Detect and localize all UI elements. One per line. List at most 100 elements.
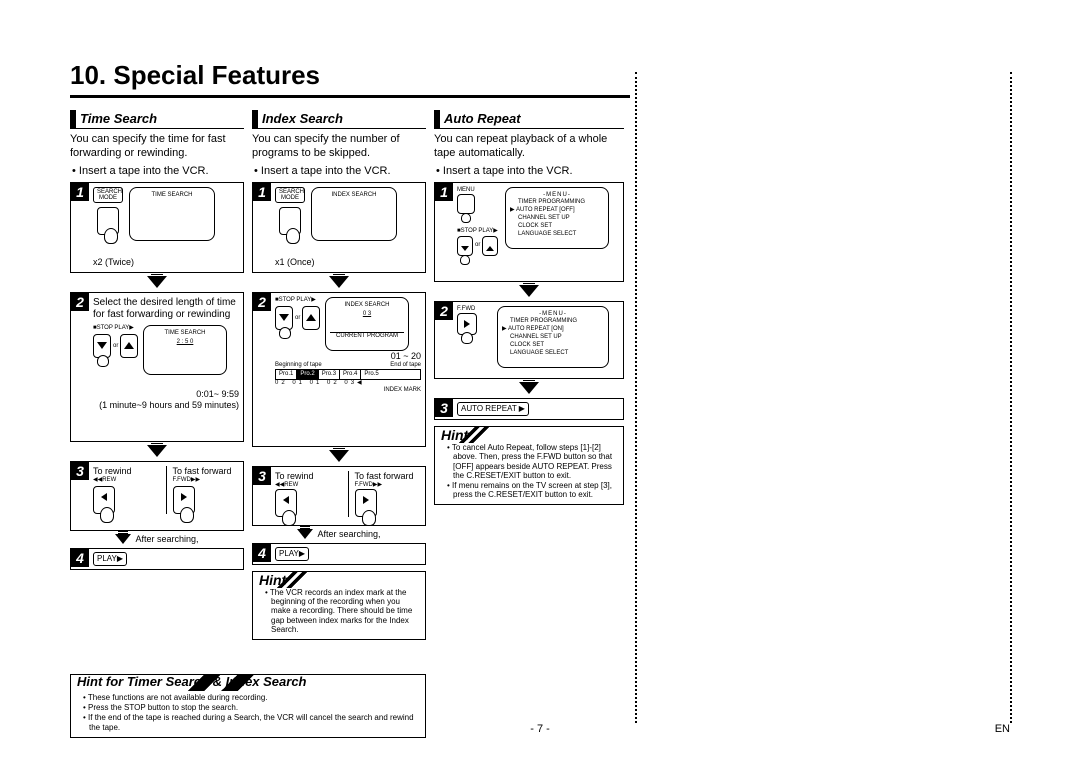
tv-screen: TIME SEARCH xyxy=(129,187,215,241)
tv-screen: INDEX SEARCH 0 3 CURRENT PROGRAM xyxy=(325,297,409,351)
ffwd-button-label: F.FWD xyxy=(457,306,493,313)
heading-time-search: Time Search xyxy=(70,110,244,129)
arrow-down-icon xyxy=(329,450,349,462)
step-1: 1 MENU ■STOP PLAY▶ or -MENU- xyxy=(434,182,624,282)
prog: Pro.4 xyxy=(340,370,361,379)
hint-item: These functions are not available during… xyxy=(83,693,419,702)
down-button xyxy=(93,334,111,358)
hint-box: Hint The VCR records an index mark at th… xyxy=(252,571,426,640)
step-1: 1 SEARCH MODE TIME SEARCH x2 (Twice) xyxy=(70,182,244,273)
menu-list: TIMER PROGRAMMING AUTO REPEAT [OFF] CHAN… xyxy=(510,199,604,238)
play-button: PLAY▶ xyxy=(93,552,127,566)
bullet: Insert a tape into the VCR. xyxy=(434,165,624,179)
step-number: 1 xyxy=(71,183,89,201)
step-2: 2 ■STOP PLAY▶ or INDEX SEARCH 0 3 xyxy=(252,292,426,447)
screen-label: INDEX SEARCH xyxy=(330,302,404,309)
menu-item-selected: AUTO REPEAT [ON] xyxy=(510,326,604,334)
prog: Pro.3 xyxy=(319,370,340,379)
step-3: 3 To rewind ◀◀REW To fast forward F.FWD▶… xyxy=(70,461,244,531)
ffwd-button-label: F.FWD▶▶ xyxy=(173,477,240,484)
menu-item: CLOCK SET xyxy=(510,342,604,350)
section-title: 10. Special Features xyxy=(70,60,630,98)
step-number: 1 xyxy=(253,183,271,201)
step-1: 1 SEARCH MODE INDEX SEARCH x1 (Once) xyxy=(252,182,426,273)
tv-screen: INDEX SEARCH xyxy=(311,187,397,241)
range: 01 ~ 20 xyxy=(275,351,421,362)
range-note: (1 minute~9 hours and 59 minutes) xyxy=(93,400,239,411)
step-number: 2 xyxy=(435,302,453,320)
step-2: 2 F.FWD -MENU- TIMER PROGRAMMING AUTO RE… xyxy=(434,301,624,379)
rew-button xyxy=(275,489,297,517)
tv-screen: TIME SEARCH 2 : 5 0 xyxy=(143,325,227,375)
col-auto-repeat: Auto Repeat You can repeat playback of a… xyxy=(434,106,624,640)
menu-title: -MENU- xyxy=(502,311,604,318)
arrow-down-icon xyxy=(519,382,539,394)
bullet: Insert a tape into the VCR. xyxy=(252,165,426,179)
btn-row: ■STOP PLAY▶ xyxy=(457,228,501,235)
index-mark-label: INDEX MARK xyxy=(275,387,421,394)
auto-repeat-button: AUTO REPEAT ▶ xyxy=(457,402,529,416)
hint-heading: Hint xyxy=(253,572,336,588)
end-label: End of tape xyxy=(390,362,421,369)
hint-item: Press the STOP button to stop the search… xyxy=(83,703,419,712)
step-number: 4 xyxy=(71,549,89,567)
intro: You can specify the number of programs t… xyxy=(252,133,426,161)
begin-label: Beginning of tape xyxy=(275,362,322,369)
step-4: 4 PLAY▶ xyxy=(70,548,244,570)
rew-button-label: ◀◀REW xyxy=(275,482,342,489)
menu-item: CLOCK SET xyxy=(518,223,604,231)
bullet: Insert a tape into the VCR. xyxy=(70,165,244,179)
step-number: 4 xyxy=(253,544,271,562)
btn-row: ■STOP PLAY▶ xyxy=(93,325,139,332)
prog: Pro.1 xyxy=(276,370,297,379)
program-bar: Pro.1 Pro.2 Pro.3 Pro.4 Pro.5 xyxy=(275,369,421,380)
arrow-down-icon xyxy=(519,285,539,297)
tv-screen-menu: -MENU- TIMER PROGRAMMING AUTO REPEAT [ON… xyxy=(497,306,609,368)
hint-item: If menu remains on the TV screen at step… xyxy=(447,481,617,499)
screen-label: TIME SEARCH xyxy=(148,330,222,337)
column-divider xyxy=(635,72,637,723)
hint-item: To cancel Auto Repeat, follow steps [1]-… xyxy=(447,443,617,480)
ffwd-button xyxy=(457,313,477,335)
search-mode-button: SEARCH MODE xyxy=(275,187,305,203)
ffwd-label: To fast forward xyxy=(173,466,240,477)
menu-item: TIMER PROGRAMMING xyxy=(510,318,604,326)
manual-page: 10. Special Features Time Search You can… xyxy=(0,0,1080,763)
menu-button xyxy=(457,194,475,214)
screen-value: 2 : 5 0 xyxy=(148,339,222,346)
step-number: 3 xyxy=(253,467,271,485)
intro: You can repeat playback of a whole tape … xyxy=(434,133,624,161)
step-3: 3 To rewind ◀◀REW To fast forward F.FWD▶… xyxy=(252,466,426,526)
screen-value: 0 3 xyxy=(330,311,404,318)
arrow-down-icon xyxy=(329,276,349,288)
ffwd-label: To fast forward xyxy=(355,471,422,482)
prog-active: Pro.2 xyxy=(297,370,318,379)
hint-box: Hint To cancel Auto Repeat, follow steps… xyxy=(434,426,624,505)
ffwd-button-label: F.FWD▶▶ xyxy=(355,482,422,489)
rewind-label: To rewind xyxy=(93,466,160,477)
step-3: 3 AUTO REPEAT ▶ xyxy=(434,398,624,420)
step-number: 1 xyxy=(435,183,453,201)
down-button xyxy=(457,236,473,256)
menu-item: LANGUAGE SELECT xyxy=(518,231,604,239)
up-button xyxy=(302,306,320,330)
step-text: Select the desired length of time for fa… xyxy=(93,297,239,321)
heading-index-search: Index Search xyxy=(252,110,426,129)
hint-heading: Hint xyxy=(435,427,518,443)
step-number: 3 xyxy=(435,399,453,417)
play-button: PLAY▶ xyxy=(275,547,309,561)
arrow-down-icon xyxy=(147,445,167,457)
menu-item-selected: AUTO REPEAT [OFF] xyxy=(518,207,604,215)
lang-code: EN xyxy=(995,723,1010,735)
menu-button-label: MENU xyxy=(457,187,501,194)
btn-row: ■STOP PLAY▶ xyxy=(275,297,321,304)
page-right-dots xyxy=(1010,72,1012,723)
tv-screen-menu: -MENU- TIMER PROGRAMMING AUTO REPEAT [OF… xyxy=(505,187,609,249)
page-number: - 7 - xyxy=(0,723,1080,735)
press-icon xyxy=(279,207,301,235)
after-label: After searching, xyxy=(135,534,198,544)
current-program-label: CURRENT PROGRAM xyxy=(330,333,404,340)
arrow-down-icon xyxy=(297,529,313,539)
up-button xyxy=(482,236,498,256)
caption: x2 (Twice) xyxy=(93,257,239,268)
